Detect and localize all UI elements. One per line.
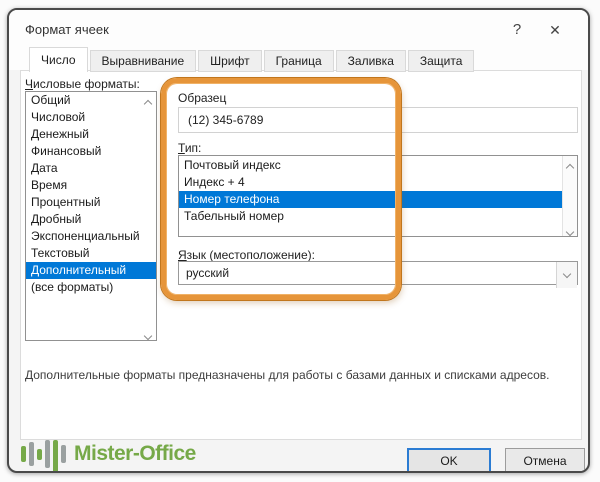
number-tab-panel: Числовые форматы: Общий Числовой Денежны… bbox=[20, 70, 582, 440]
tab-border[interactable]: Граница bbox=[263, 50, 334, 72]
tab-alignment[interactable]: Выравнивание bbox=[89, 50, 197, 72]
list-item[interactable]: Дробный bbox=[26, 211, 156, 228]
combo-dropdown-button bbox=[556, 262, 577, 288]
tab-protection[interactable]: Защита bbox=[407, 50, 475, 72]
list-item[interactable]: Финансовый bbox=[26, 143, 156, 160]
help-icon[interactable]: ? bbox=[504, 19, 530, 41]
type-item[interactable]: Индекс + 4 bbox=[179, 174, 562, 191]
tab-strip: Число Выравнивание Шрифт Граница Заливка… bbox=[29, 46, 476, 72]
list-item[interactable]: Общий bbox=[26, 92, 156, 109]
tab-number[interactable]: Число bbox=[29, 47, 88, 72]
list-item[interactable]: Дата bbox=[26, 160, 156, 177]
tab-fill[interactable]: Заливка bbox=[335, 50, 406, 72]
scroll-up-icon[interactable] bbox=[563, 158, 577, 173]
type-list-scrollbar[interactable] bbox=[562, 156, 577, 236]
ok-button[interactable]: OK bbox=[407, 448, 491, 471]
language-label: Язык (местоположение): bbox=[178, 248, 315, 262]
scroll-up-icon[interactable] bbox=[141, 94, 155, 109]
cancel-button[interactable]: Отмена bbox=[505, 448, 585, 471]
format-cells-dialog: Формат ячеек ? ✕ Число Выравнивание Шриф… bbox=[7, 8, 590, 473]
type-label: Тип: bbox=[178, 141, 202, 155]
chevron-down-icon bbox=[562, 269, 572, 279]
logo-text: Mister-Office bbox=[74, 442, 196, 465]
number-formats-label: Числовые форматы: bbox=[25, 77, 140, 91]
list-item[interactable]: (все форматы) bbox=[26, 279, 156, 296]
language-value: русский bbox=[186, 266, 230, 280]
sample-label: Образец bbox=[178, 91, 227, 105]
list-item-selected[interactable]: Дополнительный bbox=[26, 262, 156, 279]
list-item[interactable]: Время bbox=[26, 177, 156, 194]
type-item[interactable]: Почтовый индекс bbox=[179, 157, 562, 174]
format-description: Дополнительные форматы предназначены для… bbox=[25, 368, 550, 382]
list-item[interactable]: Экспоненциальный bbox=[26, 228, 156, 245]
sample-value-field: (12) 345-6789 bbox=[178, 107, 578, 133]
tab-font[interactable]: Шрифт bbox=[198, 50, 262, 72]
scroll-down-icon[interactable] bbox=[141, 326, 155, 340]
type-listbox: Почтовый индекс Индекс + 4 Номер телефон… bbox=[178, 155, 578, 237]
number-formats-listbox: Общий Числовой Денежный Финансовый Дата … bbox=[25, 91, 157, 341]
list-item[interactable]: Текстовый bbox=[26, 245, 156, 262]
scroll-down-icon[interactable] bbox=[563, 222, 577, 236]
type-item[interactable]: Табельный номер bbox=[179, 208, 562, 225]
close-icon[interactable]: ✕ bbox=[542, 19, 568, 41]
list-item[interactable]: Процентный bbox=[26, 194, 156, 211]
language-combobox[interactable]: русский bbox=[178, 261, 578, 288]
page-title: Формат ячеек bbox=[25, 22, 109, 37]
list-item[interactable]: Денежный bbox=[26, 126, 156, 143]
list-item[interactable]: Числовой bbox=[26, 109, 156, 126]
type-item-selected[interactable]: Номер телефона bbox=[179, 191, 562, 208]
